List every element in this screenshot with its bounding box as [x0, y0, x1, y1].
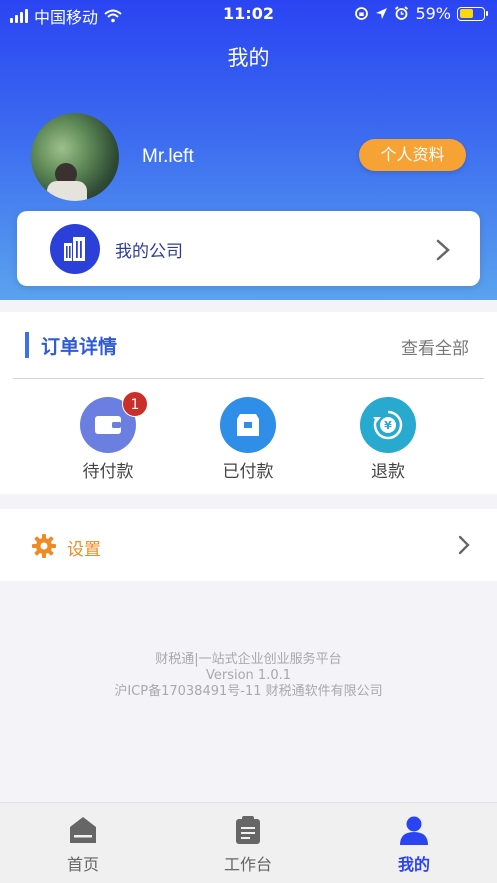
battery-percent: 59%: [415, 4, 451, 23]
location-arrow-icon: [376, 8, 388, 19]
wallet-icon: 1: [80, 391, 148, 453]
footer-slogan: 财税通|一站式企业创业服务平台: [155, 652, 342, 667]
order-details-title: 订单详情: [41, 336, 118, 358]
order-paid-label: 已付款: [222, 462, 274, 482]
divider: [13, 378, 484, 379]
unread-badge: 1: [122, 391, 148, 417]
gear-icon: [32, 534, 56, 558]
view-all-link[interactable]: 查看全部: [401, 334, 469, 359]
screen-lock-icon: [355, 7, 369, 20]
clipboard-icon: [236, 816, 260, 844]
footer-version: Version 1.0.1: [205, 668, 291, 683]
order-refund[interactable]: ¥ 退款: [338, 397, 438, 482]
chevron-right-icon: [436, 239, 450, 261]
refund-icon: ¥: [360, 397, 416, 453]
tab-mine-label: 我的: [397, 855, 430, 874]
settings-label: 设置: [67, 540, 101, 560]
package-icon: [220, 397, 276, 453]
avatar[interactable]: [31, 113, 119, 201]
home-icon: [70, 817, 96, 843]
order-pending-label: 待付款: [82, 462, 134, 482]
building-icon: [50, 224, 100, 274]
order-refund-label: 退款: [371, 462, 405, 482]
footer-icp: 沪ICP备17038491号-11 财税通软件有限公司: [114, 684, 383, 699]
tab-home-label: 首页: [66, 855, 99, 874]
alarm-icon: [395, 6, 409, 20]
section-accent-bar: [25, 332, 29, 358]
username: Mr.left: [142, 146, 194, 167]
my-company-card[interactable]: 我的公司: [17, 211, 480, 286]
settings-row[interactable]: 设置: [0, 509, 497, 581]
chevron-right-icon: [458, 535, 470, 555]
tab-workbench[interactable]: 工作台: [193, 815, 303, 875]
page-title: 我的: [227, 46, 270, 70]
tab-bar: 首页 工作台 我的: [0, 802, 497, 883]
battery-icon: [457, 6, 488, 21]
order-details-section: 订单详情 查看全部 1 待付款 已付款 ¥ 退款: [0, 312, 497, 494]
order-paid[interactable]: 已付款: [198, 397, 298, 482]
tab-home[interactable]: 首页: [28, 815, 138, 875]
my-company-label: 我的公司: [115, 242, 183, 262]
footer-info: 财税通|一站式企业创业服务平台 Version 1.0.1 沪ICP备17038…: [0, 652, 497, 700]
order-pending-payment[interactable]: 1 待付款: [58, 391, 158, 482]
status-bar: 中国移动 11:02 59%: [0, 0, 497, 30]
tab-mine[interactable]: 我的: [359, 815, 469, 875]
tab-workbench-label: 工作台: [223, 855, 272, 874]
svg-text:¥: ¥: [384, 419, 392, 432]
profile-button[interactable]: 个人资料: [359, 139, 466, 171]
user-icon: [400, 816, 428, 845]
